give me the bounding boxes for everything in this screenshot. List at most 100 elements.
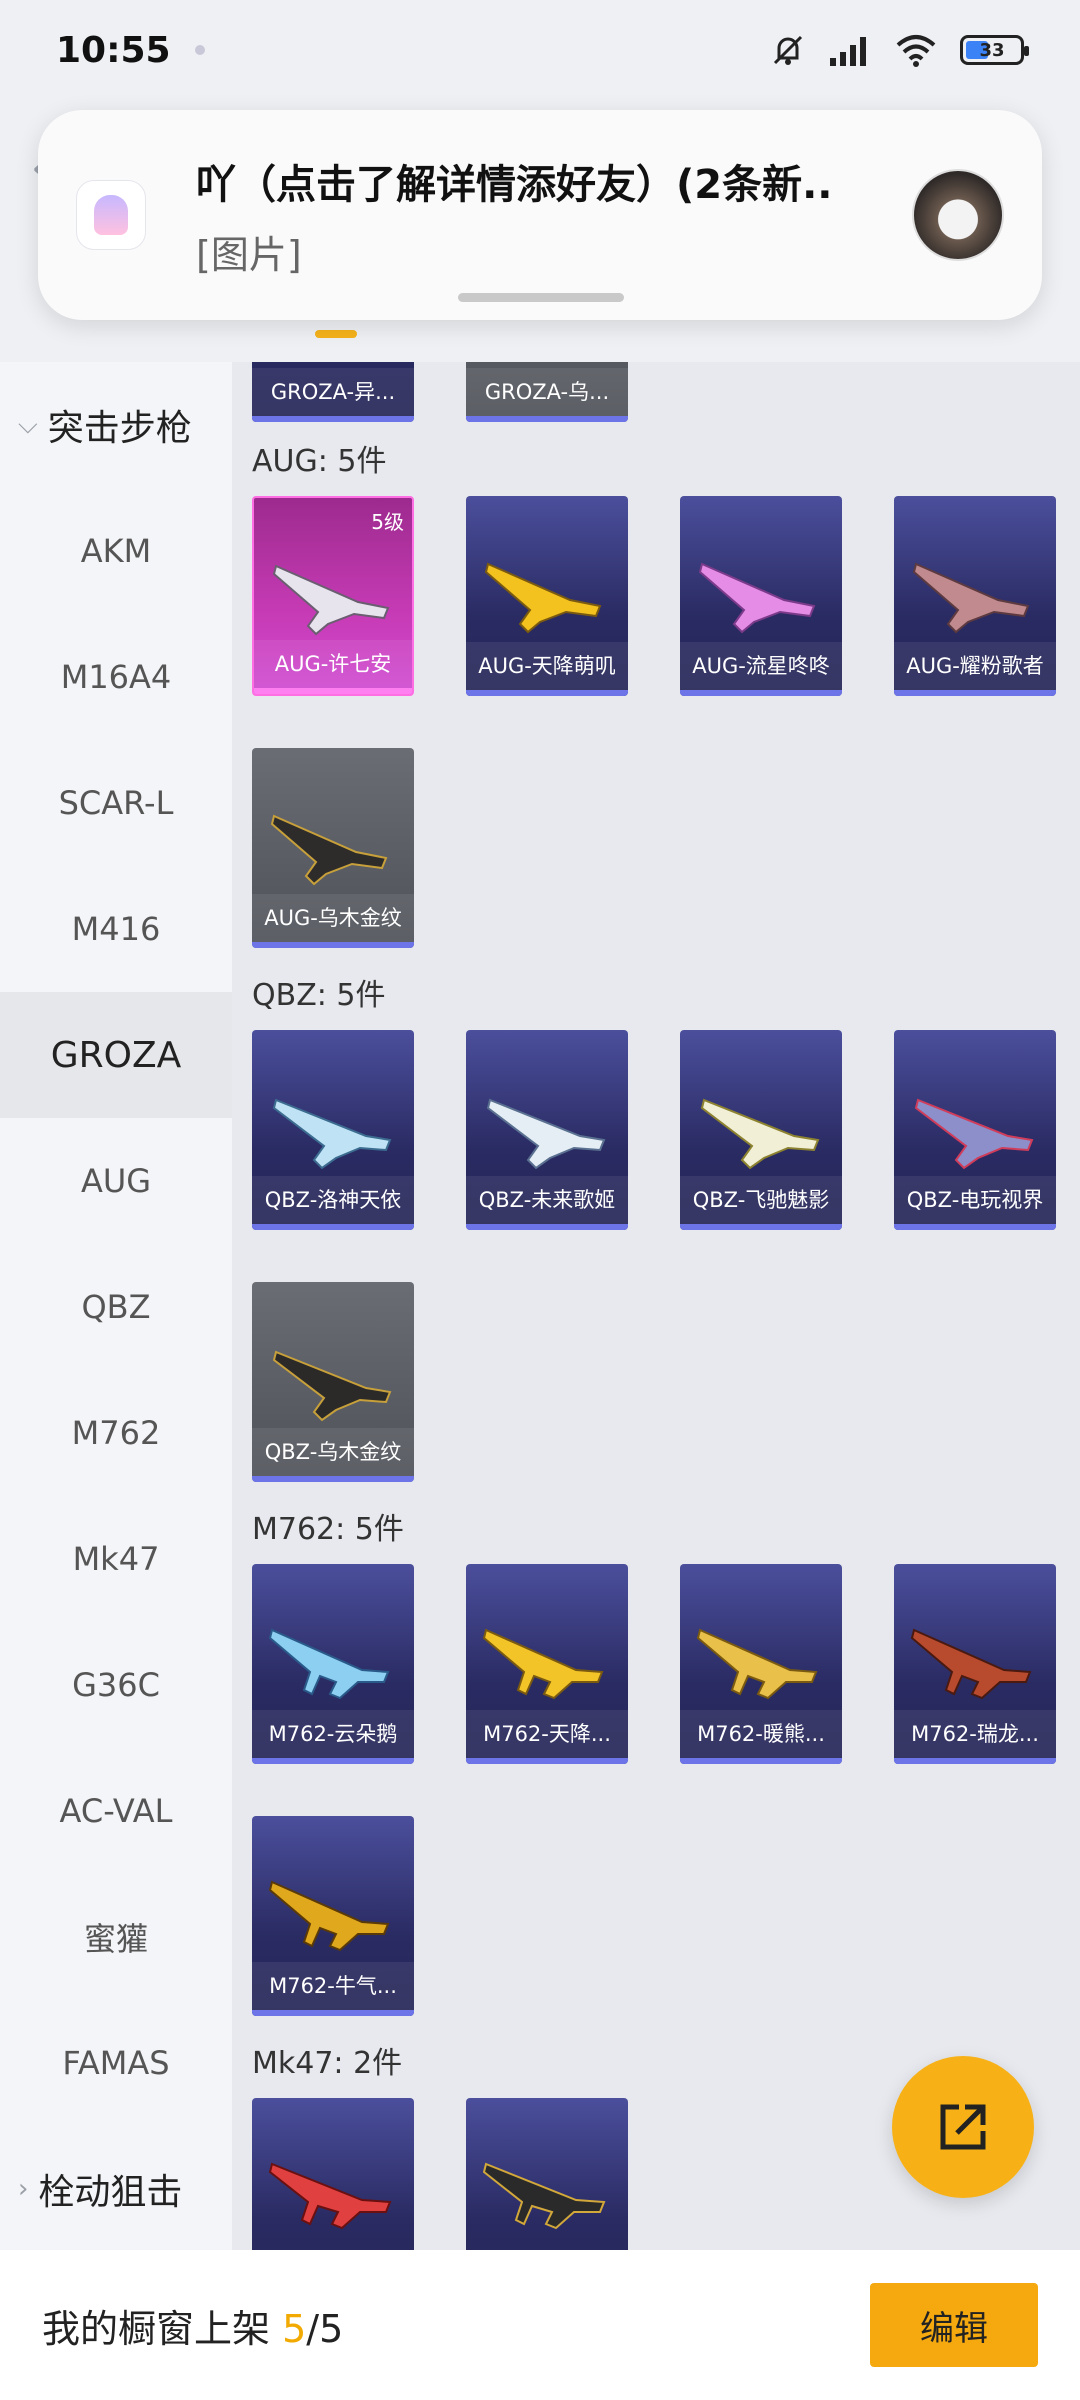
weapon-card-qbz-3[interactable]: QBZ-飞驰魅影 — [680, 1030, 842, 1230]
weapon-card-mk47-1[interactable] — [252, 2098, 414, 2250]
weapon-card[interactable]: GROZA-异... — [252, 362, 414, 422]
battery-level: 33 — [979, 39, 1005, 61]
weapon-card-aug-3[interactable]: AUG-流星咚咚 — [680, 496, 842, 696]
notification-text: 吖（点击了解详情添好友）(2条新.. [图片] — [196, 152, 912, 279]
weapon-label: QBZ-乌木金纹 — [252, 1428, 414, 1476]
card-bar — [894, 1224, 1056, 1230]
showcase-label: 我的橱窗上架 — [42, 2306, 283, 2351]
section-title-mk47: Mk47: 2件 — [252, 2046, 403, 2081]
card-bar — [252, 416, 414, 422]
rifle-icon — [272, 564, 390, 636]
rifle-icon — [914, 1098, 1034, 1170]
sidebar-item-ac-val[interactable]: AC-VAL — [0, 1748, 232, 1874]
card-bar — [680, 1758, 842, 1764]
weapon-label: AUG-许七安 — [254, 640, 412, 688]
weapon-label: AUG-流星咚咚 — [680, 642, 842, 690]
weapon-label: GROZA-乌... — [466, 368, 628, 416]
card-bar — [466, 690, 628, 696]
weapon-card-m762-1[interactable]: M762-云朵鹅 — [252, 1564, 414, 1764]
notification-dot-icon — [194, 45, 205, 55]
weapon-card-qbz-2[interactable]: QBZ-未来歌姬 — [466, 1030, 628, 1230]
showcase-total: /5 — [306, 2306, 344, 2351]
sidebar-item-groza[interactable]: GROZA — [0, 992, 232, 1118]
edit-button[interactable]: 编辑 — [870, 2283, 1038, 2367]
group-label: 栓动狙击 — [38, 2172, 183, 2213]
weapon-card-mk47-2[interactable] — [466, 2098, 628, 2250]
qq-app-icon — [76, 180, 146, 250]
sidebar-item-akm[interactable]: AKM — [0, 488, 232, 614]
weapon-card-qbz-5[interactable]: QBZ-乌木金纹 — [252, 1282, 414, 1482]
sidebar-item-honey-badger[interactable]: 蜜獾 — [0, 1874, 232, 2000]
weapon-card-aug-4[interactable]: AUG-耀粉歌者 — [894, 496, 1056, 696]
sidebar-item-m762[interactable]: M762 — [0, 1370, 232, 1496]
card-bar — [680, 690, 842, 696]
chevron-right-icon: › — [18, 2174, 29, 2204]
weapon-label: AUG-乌木金纹 — [252, 894, 414, 942]
sidebar-item-m16a4[interactable]: M16A4 — [0, 614, 232, 740]
weapon-label: M762-牛气... — [252, 1962, 414, 2010]
rifle-icon — [482, 1628, 604, 1700]
notification-title: 吖（点击了解详情添好友）(2条新.. — [196, 161, 833, 208]
sidebar-group-assault-rifles[interactable]: ⌵ 突击步枪 — [0, 362, 232, 488]
status-icons: 33 — [770, 32, 1029, 68]
weapon-card-qbz-1[interactable]: QBZ-洛神天依 — [252, 1030, 414, 1230]
card-bar — [466, 1758, 628, 1764]
weapon-card-m762-2[interactable]: M762-天降... — [466, 1564, 628, 1764]
card-bar — [252, 1224, 414, 1230]
rifle-icon — [696, 1628, 818, 1700]
notification-banner[interactable]: 吖（点击了解详情添好友）(2条新.. [图片] — [38, 110, 1042, 320]
sidebar-item-m416[interactable]: M416 — [0, 866, 232, 992]
clock: 10:55 — [56, 29, 171, 71]
notification-handle[interactable] — [458, 293, 624, 302]
weapon-label: QBZ-未来歌姬 — [466, 1176, 628, 1224]
weapon-card-m762-3[interactable]: M762-暖熊... — [680, 1564, 842, 1764]
weapon-card-m762-5[interactable]: M762-牛气... — [252, 1816, 414, 2016]
section-title-m762: M762: 5件 — [252, 1512, 404, 1547]
group-label: 突击步枪 — [47, 408, 192, 449]
sidebar-item-famas[interactable]: FAMAS — [0, 2000, 232, 2126]
sidebar-item-scar-l[interactable]: SCAR-L — [0, 740, 232, 866]
rifle-icon — [482, 2162, 606, 2230]
card-bar — [252, 1476, 414, 1482]
weapon-label: QBZ-飞驰魅影 — [680, 1176, 842, 1224]
sidebar-item-g36c[interactable]: G36C — [0, 1622, 232, 1748]
rifle-icon — [912, 562, 1030, 634]
card-bar — [894, 690, 1056, 696]
sidebar-group-bolt-snipers[interactable]: › 栓动狙击 — [0, 2126, 232, 2252]
wifi-icon — [896, 35, 936, 67]
status-bar: 10:55 33 — [0, 0, 1080, 100]
weapon-label: M762-瑞龙... — [894, 1710, 1056, 1758]
share-button[interactable] — [892, 2056, 1034, 2198]
weapon-card-qbz-4[interactable]: QBZ-电玩视界 — [894, 1030, 1056, 1230]
weapon-grid: GROZA-异... GROZA-乌... AUG: 5件 5级 AUG-许七安… — [232, 362, 1080, 2250]
rifle-icon — [270, 814, 388, 886]
weapon-card-aug-2[interactable]: AUG-天降萌叽 — [466, 496, 628, 696]
active-tab-indicator — [315, 330, 357, 338]
chevron-down-icon: ⌵ — [18, 409, 38, 440]
sidebar-item-mk47[interactable]: Mk47 — [0, 1496, 232, 1622]
card-bar — [252, 2010, 414, 2016]
weapon-label: AUG-天降萌叽 — [466, 642, 628, 690]
card-bar — [894, 1758, 1056, 1764]
weapon-card-m762-4[interactable]: M762-瑞龙... — [894, 1564, 1056, 1764]
weapon-card-aug-5[interactable]: AUG-乌木金纹 — [252, 748, 414, 948]
notification-body: [图片] — [196, 232, 302, 277]
weapon-card-aug-1[interactable]: 5级 AUG-许七安 — [252, 496, 414, 696]
sidebar-item-qbz[interactable]: QBZ — [0, 1244, 232, 1370]
mute-bell-icon — [773, 35, 803, 65]
card-bar — [254, 688, 412, 694]
weapon-sidebar: ⌵ 突击步枪 AKM M16A4 SCAR-L M416 GROZA AUG Q… — [0, 362, 232, 2250]
weapon-card[interactable]: GROZA-乌... — [466, 362, 628, 422]
bottom-bar: 我的橱窗上架 5/5 编辑 — [0, 2250, 1080, 2400]
rifle-icon — [486, 1098, 606, 1170]
card-bar — [252, 1758, 414, 1764]
rifle-icon — [484, 562, 602, 634]
weapon-label: AUG-耀粉歌者 — [894, 642, 1056, 690]
sidebar-item-aug[interactable]: AUG — [0, 1118, 232, 1244]
card-bar — [680, 1224, 842, 1230]
weapon-label: QBZ-电玩视界 — [894, 1176, 1056, 1224]
battery-icon: 33 — [960, 35, 1029, 65]
rifle-icon — [268, 1628, 390, 1700]
rifle-icon — [272, 1350, 392, 1422]
rifle-icon — [700, 1098, 820, 1170]
